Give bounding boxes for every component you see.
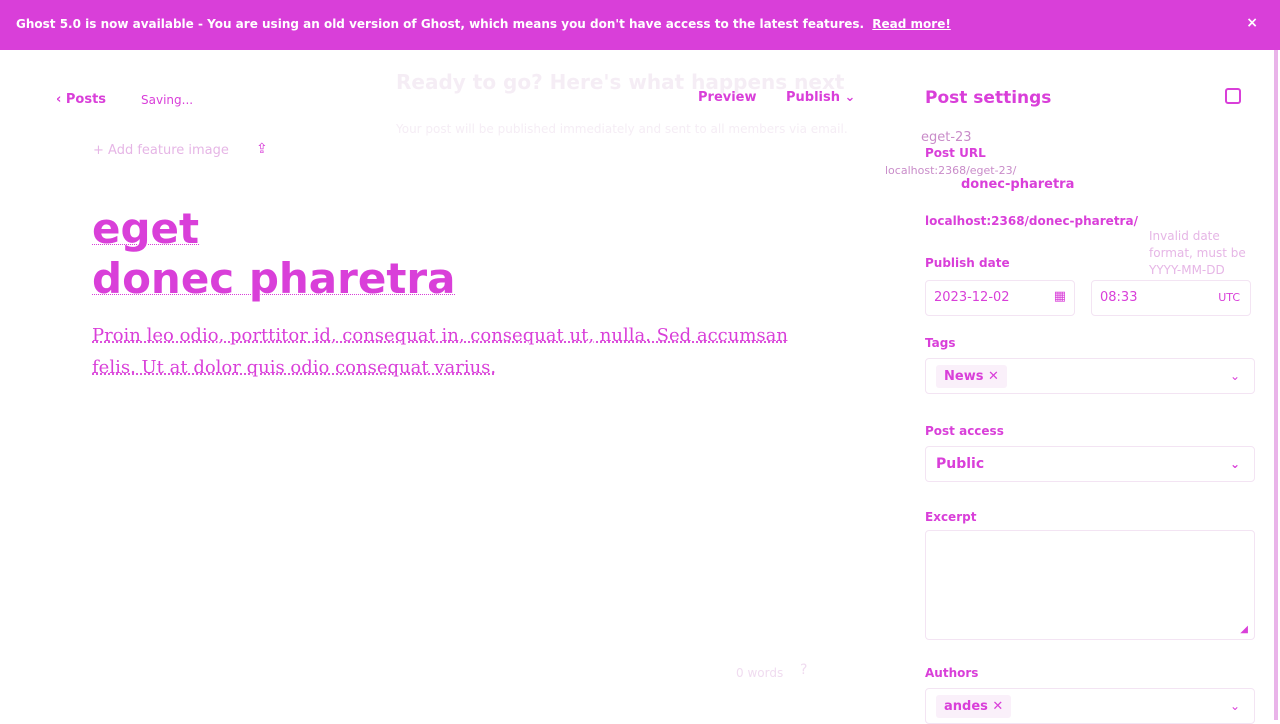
resize-handle-icon[interactable]: ◢ — [1240, 624, 1248, 635]
post-access-value: Public — [936, 456, 985, 472]
post-url-value: donec-pharetra — [961, 177, 1075, 192]
publish-date-input[interactable]: 2023-12-02 ▦ — [925, 280, 1075, 316]
post-url-label: Post URL — [925, 146, 986, 160]
post-access-select[interactable]: Public ⌄ — [925, 446, 1255, 482]
remove-tag-icon[interactable]: ✕ — [988, 369, 999, 384]
post-url-hint: localhost:2368/donec-pharetra/ — [925, 214, 1138, 228]
body-line: Proin leo odio, porttitor id, consequat … — [92, 325, 788, 346]
word-count: 0 words — [736, 666, 784, 680]
chevron-down-icon: ⌄ — [844, 90, 856, 105]
time-value: 08:33 — [1100, 290, 1138, 305]
banner-read-more-link[interactable]: Read more! — [872, 17, 951, 31]
publish-time-input[interactable]: 08:33 UTC — [1091, 280, 1251, 316]
tag-pill[interactable]: News ✕ — [936, 365, 1007, 388]
ghost-url-value: eget-23 — [921, 130, 972, 145]
back-to-posts-link[interactable]: ‹ Posts — [56, 92, 106, 107]
chevron-left-icon: ‹ — [56, 92, 66, 107]
preview-button[interactable]: Preview — [698, 90, 757, 105]
post-access-label: Post access — [925, 424, 1004, 438]
tags-input[interactable]: News ✕ ⌄ — [925, 358, 1255, 394]
banner-message: Ghost 5.0 is now available - You are usi… — [16, 17, 865, 31]
post-title[interactable]: eget donec pharetra — [92, 204, 532, 304]
sidebar-title: Post settings — [925, 88, 1052, 108]
post-body-editor[interactable]: Proin leo odio, porttitor id, consequat … — [92, 320, 792, 384]
banner-close-icon[interactable]: × — [1246, 15, 1258, 31]
title-line: eget — [92, 204, 200, 253]
chevron-down-icon: ⌄ — [1229, 699, 1240, 713]
excerpt-textarea[interactable]: ◢ — [925, 530, 1255, 640]
authors-input[interactable]: andes ✕ ⌄ — [925, 688, 1255, 724]
excerpt-label: Excerpt — [925, 510, 977, 524]
chevron-down-icon: ⌄ — [1229, 369, 1240, 383]
body-line: felis. Ut at dolor quis odio consequat v… — [92, 357, 497, 378]
authors-label: Authors — [925, 666, 979, 680]
title-line: donec pharetra — [92, 254, 456, 303]
help-icon[interactable]: ? — [800, 662, 807, 678]
timezone-label: UTC — [1218, 291, 1240, 304]
post-url-input[interactable]: donec-pharetra — [925, 168, 1255, 204]
date-value: 2023-12-02 — [934, 290, 1010, 305]
calendar-icon: ▦ — [1053, 289, 1066, 304]
post-settings-sidebar: Post settings eget-23 Post URL localhost… — [871, 50, 1280, 724]
tags-label: Tags — [925, 336, 956, 350]
publish-button[interactable]: Publish ⌄ — [786, 90, 855, 105]
update-banner: Ghost 5.0 is now available - You are usi… — [0, 0, 1280, 50]
upload-icon[interactable]: ⇪ — [256, 141, 268, 157]
tag-name: News — [944, 369, 984, 384]
save-status: Saving... — [141, 93, 194, 107]
remove-author-icon[interactable]: ✕ — [992, 699, 1003, 714]
publish-date-label: Publish date — [925, 256, 1010, 270]
chevron-down-icon: ⌄ — [1229, 457, 1240, 471]
sidebar-toggle-icon[interactable] — [1225, 88, 1241, 104]
author-pill[interactable]: andes ✕ — [936, 695, 1012, 718]
date-error-text: Invalid date format, must be YYYY-MM-DD — [1149, 229, 1246, 277]
back-label: Posts — [65, 92, 107, 107]
add-feature-image-button[interactable]: + Add feature image — [93, 143, 229, 158]
author-name: andes — [944, 699, 988, 714]
publish-label: Publish — [786, 90, 840, 105]
sidebar-scrollbar[interactable] — [1274, 50, 1278, 720]
